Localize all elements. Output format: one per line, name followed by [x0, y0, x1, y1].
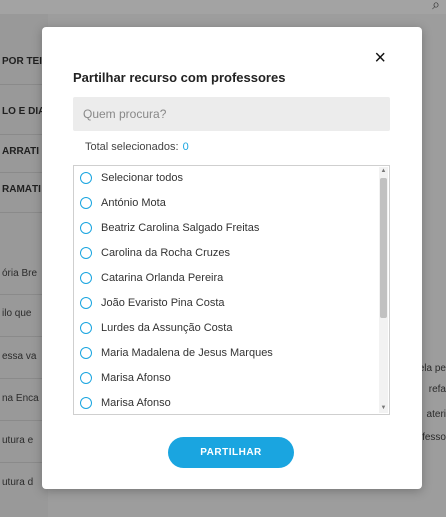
radio-icon[interactable]: [80, 272, 92, 284]
close-icon[interactable]: ×: [374, 48, 386, 68]
list-item[interactable]: Catarina Orlanda Pereira: [80, 268, 223, 288]
list-item-label: António Mota: [101, 197, 166, 209]
select-all-option[interactable]: Selecionar todos: [80, 168, 183, 188]
list-item-label: Catarina Orlanda Pereira: [101, 272, 224, 284]
list-item[interactable]: Carolina da Rocha Cruzes: [80, 243, 230, 263]
list-item[interactable]: Marisa Afonso: [80, 393, 171, 413]
radio-icon[interactable]: [80, 197, 92, 209]
radio-icon[interactable]: [80, 297, 92, 309]
search-input[interactable]: [73, 97, 390, 131]
radio-icon[interactable]: [80, 397, 92, 409]
list-item-label: Carolina da Rocha Cruzes: [101, 247, 231, 259]
radio-icon[interactable]: [80, 247, 92, 259]
list-item[interactable]: Beatriz Carolina Salgado Freitas: [80, 218, 259, 238]
scroll-down-arrow-icon[interactable]: ▼: [379, 404, 388, 413]
scroll-up-arrow-icon[interactable]: ▲: [379, 167, 388, 176]
list-item[interactable]: Marisa Afonso: [80, 368, 171, 388]
list-item[interactable]: Lurdes da Assunção Costa: [80, 318, 232, 338]
list-item[interactable]: João Evaristo Pina Costa: [80, 293, 225, 313]
radio-icon[interactable]: [80, 347, 92, 359]
teacher-list[interactable]: Selecionar todos António Mota Beatriz Ca…: [73, 165, 390, 415]
radio-icon[interactable]: [80, 222, 92, 234]
list-item-label: Beatriz Carolina Salgado Freitas: [101, 222, 260, 234]
list-item-label: Maria Madalena de Jesus Marques: [101, 347, 273, 359]
list-item-label: Lurdes da Assunção Costa: [101, 322, 233, 334]
list-item-label: João Evaristo Pina Costa: [101, 297, 225, 309]
total-selected-label: Total selecionados:: [85, 141, 179, 153]
list-scrollbar[interactable]: ▲ ▼: [379, 167, 388, 413]
list-item[interactable]: Maria Madalena de Jesus Marques: [80, 343, 273, 363]
radio-icon[interactable]: [80, 172, 92, 184]
list-item-label: Selecionar todos: [101, 172, 183, 184]
scroll-thumb[interactable]: [380, 178, 387, 318]
total-selected-count: 0: [182, 141, 189, 153]
share-resource-dialog: × Partilhar recurso com professores Tota…: [42, 27, 422, 489]
dialog-title: Partilhar recurso com professores: [73, 70, 286, 85]
list-item-label: Marisa Afonso: [101, 397, 171, 409]
radio-icon[interactable]: [80, 322, 92, 334]
total-selected: Total selecionados: 0: [85, 141, 189, 153]
list-item-label: Marisa Afonso: [101, 372, 171, 384]
radio-icon[interactable]: [80, 372, 92, 384]
list-item[interactable]: António Mota: [80, 193, 166, 213]
share-button[interactable]: PARTILHAR: [168, 437, 294, 468]
